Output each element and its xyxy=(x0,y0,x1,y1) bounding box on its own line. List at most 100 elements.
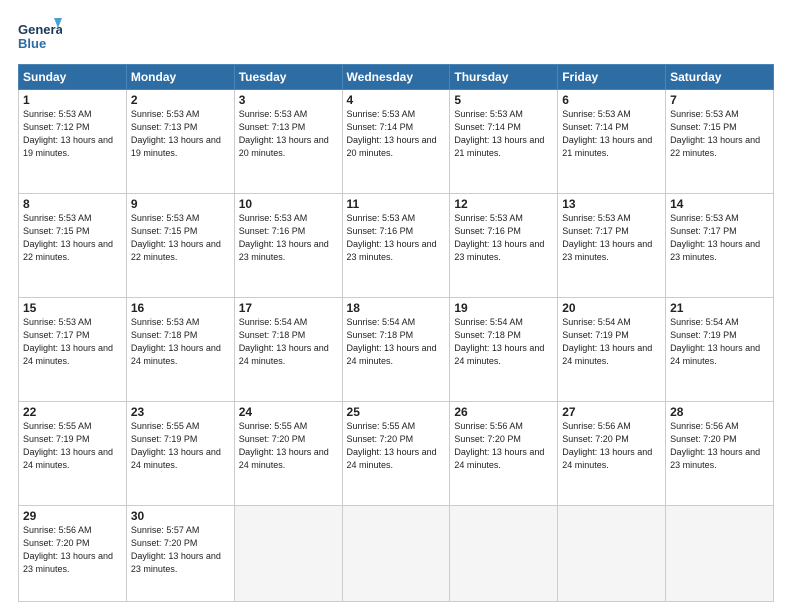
day-info: Sunrise: 5:53 AM Sunset: 7:17 PM Dayligh… xyxy=(562,212,661,264)
day-number: 15 xyxy=(23,301,122,315)
day-info: Sunrise: 5:55 AM Sunset: 7:19 PM Dayligh… xyxy=(23,420,122,472)
calendar-cell: 10Sunrise: 5:53 AM Sunset: 7:16 PM Dayli… xyxy=(234,193,342,297)
calendar-cell xyxy=(450,505,558,601)
logo: General Blue xyxy=(18,18,62,54)
day-number: 14 xyxy=(670,197,769,211)
calendar-cell: 3Sunrise: 5:53 AM Sunset: 7:13 PM Daylig… xyxy=(234,90,342,194)
calendar-cell xyxy=(234,505,342,601)
calendar-cell: 13Sunrise: 5:53 AM Sunset: 7:17 PM Dayli… xyxy=(558,193,666,297)
day-number: 5 xyxy=(454,93,553,107)
day-info: Sunrise: 5:53 AM Sunset: 7:13 PM Dayligh… xyxy=(131,108,230,160)
day-info: Sunrise: 5:54 AM Sunset: 7:18 PM Dayligh… xyxy=(239,316,338,368)
day-info: Sunrise: 5:53 AM Sunset: 7:15 PM Dayligh… xyxy=(23,212,122,264)
calendar-cell: 4Sunrise: 5:53 AM Sunset: 7:14 PM Daylig… xyxy=(342,90,450,194)
calendar-cell: 6Sunrise: 5:53 AM Sunset: 7:14 PM Daylig… xyxy=(558,90,666,194)
calendar-cell: 1Sunrise: 5:53 AM Sunset: 7:12 PM Daylig… xyxy=(19,90,127,194)
day-number: 28 xyxy=(670,405,769,419)
calendar-cell: 21Sunrise: 5:54 AM Sunset: 7:19 PM Dayli… xyxy=(666,297,774,401)
calendar-cell: 11Sunrise: 5:53 AM Sunset: 7:16 PM Dayli… xyxy=(342,193,450,297)
day-number: 11 xyxy=(347,197,446,211)
day-info: Sunrise: 5:53 AM Sunset: 7:17 PM Dayligh… xyxy=(23,316,122,368)
day-info: Sunrise: 5:53 AM Sunset: 7:17 PM Dayligh… xyxy=(670,212,769,264)
header-day-sunday: Sunday xyxy=(19,65,127,90)
calendar-cell: 18Sunrise: 5:54 AM Sunset: 7:18 PM Dayli… xyxy=(342,297,450,401)
day-number: 17 xyxy=(239,301,338,315)
calendar-cell: 19Sunrise: 5:54 AM Sunset: 7:18 PM Dayli… xyxy=(450,297,558,401)
calendar-cell: 22Sunrise: 5:55 AM Sunset: 7:19 PM Dayli… xyxy=(19,401,127,505)
header-day-wednesday: Wednesday xyxy=(342,65,450,90)
day-info: Sunrise: 5:53 AM Sunset: 7:16 PM Dayligh… xyxy=(347,212,446,264)
day-number: 8 xyxy=(23,197,122,211)
page: General Blue SundayMondayTuesdayWednesda… xyxy=(0,0,792,612)
day-info: Sunrise: 5:53 AM Sunset: 7:12 PM Dayligh… xyxy=(23,108,122,160)
day-info: Sunrise: 5:54 AM Sunset: 7:18 PM Dayligh… xyxy=(347,316,446,368)
day-info: Sunrise: 5:55 AM Sunset: 7:20 PM Dayligh… xyxy=(347,420,446,472)
day-number: 18 xyxy=(347,301,446,315)
day-number: 12 xyxy=(454,197,553,211)
day-info: Sunrise: 5:54 AM Sunset: 7:19 PM Dayligh… xyxy=(670,316,769,368)
day-number: 25 xyxy=(347,405,446,419)
day-info: Sunrise: 5:56 AM Sunset: 7:20 PM Dayligh… xyxy=(23,524,122,576)
calendar-cell: 29Sunrise: 5:56 AM Sunset: 7:20 PM Dayli… xyxy=(19,505,127,601)
day-number: 6 xyxy=(562,93,661,107)
header: General Blue xyxy=(18,18,774,54)
svg-text:Blue: Blue xyxy=(18,36,46,51)
day-number: 23 xyxy=(131,405,230,419)
header-day-friday: Friday xyxy=(558,65,666,90)
day-info: Sunrise: 5:53 AM Sunset: 7:16 PM Dayligh… xyxy=(239,212,338,264)
header-day-tuesday: Tuesday xyxy=(234,65,342,90)
day-number: 24 xyxy=(239,405,338,419)
day-info: Sunrise: 5:56 AM Sunset: 7:20 PM Dayligh… xyxy=(562,420,661,472)
day-info: Sunrise: 5:55 AM Sunset: 7:20 PM Dayligh… xyxy=(239,420,338,472)
calendar-cell: 7Sunrise: 5:53 AM Sunset: 7:15 PM Daylig… xyxy=(666,90,774,194)
day-number: 2 xyxy=(131,93,230,107)
day-info: Sunrise: 5:53 AM Sunset: 7:14 PM Dayligh… xyxy=(347,108,446,160)
calendar-cell xyxy=(558,505,666,601)
day-number: 19 xyxy=(454,301,553,315)
day-info: Sunrise: 5:53 AM Sunset: 7:14 PM Dayligh… xyxy=(454,108,553,160)
day-info: Sunrise: 5:53 AM Sunset: 7:18 PM Dayligh… xyxy=(131,316,230,368)
calendar-cell: 28Sunrise: 5:56 AM Sunset: 7:20 PM Dayli… xyxy=(666,401,774,505)
day-number: 16 xyxy=(131,301,230,315)
day-number: 27 xyxy=(562,405,661,419)
calendar-cell: 30Sunrise: 5:57 AM Sunset: 7:20 PM Dayli… xyxy=(126,505,234,601)
calendar-cell: 20Sunrise: 5:54 AM Sunset: 7:19 PM Dayli… xyxy=(558,297,666,401)
day-number: 7 xyxy=(670,93,769,107)
day-number: 26 xyxy=(454,405,553,419)
calendar-cell: 14Sunrise: 5:53 AM Sunset: 7:17 PM Dayli… xyxy=(666,193,774,297)
day-number: 20 xyxy=(562,301,661,315)
day-number: 3 xyxy=(239,93,338,107)
calendar-cell: 24Sunrise: 5:55 AM Sunset: 7:20 PM Dayli… xyxy=(234,401,342,505)
calendar-cell: 8Sunrise: 5:53 AM Sunset: 7:15 PM Daylig… xyxy=(19,193,127,297)
day-info: Sunrise: 5:53 AM Sunset: 7:16 PM Dayligh… xyxy=(454,212,553,264)
day-info: Sunrise: 5:54 AM Sunset: 7:19 PM Dayligh… xyxy=(562,316,661,368)
day-info: Sunrise: 5:55 AM Sunset: 7:19 PM Dayligh… xyxy=(131,420,230,472)
day-number: 21 xyxy=(670,301,769,315)
calendar-cell: 5Sunrise: 5:53 AM Sunset: 7:14 PM Daylig… xyxy=(450,90,558,194)
day-info: Sunrise: 5:53 AM Sunset: 7:15 PM Dayligh… xyxy=(131,212,230,264)
header-day-monday: Monday xyxy=(126,65,234,90)
calendar-cell: 25Sunrise: 5:55 AM Sunset: 7:20 PM Dayli… xyxy=(342,401,450,505)
day-number: 13 xyxy=(562,197,661,211)
calendar-cell: 2Sunrise: 5:53 AM Sunset: 7:13 PM Daylig… xyxy=(126,90,234,194)
calendar-cell: 12Sunrise: 5:53 AM Sunset: 7:16 PM Dayli… xyxy=(450,193,558,297)
day-number: 9 xyxy=(131,197,230,211)
calendar-cell: 23Sunrise: 5:55 AM Sunset: 7:19 PM Dayli… xyxy=(126,401,234,505)
calendar-cell: 26Sunrise: 5:56 AM Sunset: 7:20 PM Dayli… xyxy=(450,401,558,505)
calendar-cell: 17Sunrise: 5:54 AM Sunset: 7:18 PM Dayli… xyxy=(234,297,342,401)
calendar-cell: 9Sunrise: 5:53 AM Sunset: 7:15 PM Daylig… xyxy=(126,193,234,297)
day-info: Sunrise: 5:53 AM Sunset: 7:15 PM Dayligh… xyxy=(670,108,769,160)
day-number: 4 xyxy=(347,93,446,107)
calendar-cell xyxy=(666,505,774,601)
calendar-table: SundayMondayTuesdayWednesdayThursdayFrid… xyxy=(18,64,774,602)
day-info: Sunrise: 5:54 AM Sunset: 7:18 PM Dayligh… xyxy=(454,316,553,368)
calendar-cell xyxy=(342,505,450,601)
day-number: 1 xyxy=(23,93,122,107)
day-number: 29 xyxy=(23,509,122,523)
day-info: Sunrise: 5:57 AM Sunset: 7:20 PM Dayligh… xyxy=(131,524,230,576)
day-number: 10 xyxy=(239,197,338,211)
calendar-cell: 15Sunrise: 5:53 AM Sunset: 7:17 PM Dayli… xyxy=(19,297,127,401)
calendar-cell: 16Sunrise: 5:53 AM Sunset: 7:18 PM Dayli… xyxy=(126,297,234,401)
day-number: 22 xyxy=(23,405,122,419)
calendar-cell: 27Sunrise: 5:56 AM Sunset: 7:20 PM Dayli… xyxy=(558,401,666,505)
